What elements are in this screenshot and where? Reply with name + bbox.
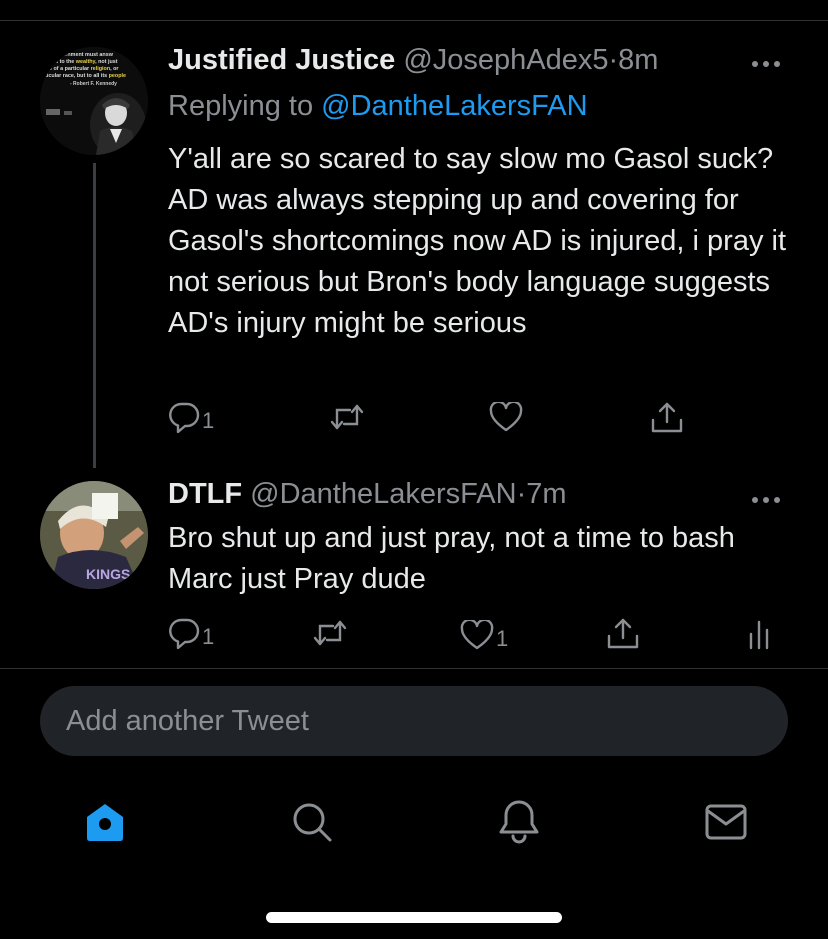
- avatar-quote-line-2: ust to the wealthy, not just: [50, 59, 118, 65]
- analytics-icon: [749, 620, 769, 650]
- tweet-1-reply-count: 1: [202, 408, 215, 433]
- heart-icon: [460, 620, 494, 650]
- bell-icon: [499, 800, 539, 844]
- tweet-2-author-handle[interactable]: @DantheLakersFAN: [250, 478, 516, 510]
- avatar-quote-line-3a: se of a particular: [46, 66, 91, 72]
- tweet-2-reply-button[interactable]: 1: [168, 616, 214, 650]
- retweet-icon: [330, 404, 364, 430]
- top-divider: [0, 20, 828, 21]
- svg-text:KINGS: KINGS: [86, 566, 130, 582]
- section-divider: [0, 668, 828, 669]
- tweet-1-author-name[interactable]: Justified Justice: [168, 44, 395, 76]
- nav-notifications-button[interactable]: [497, 798, 541, 849]
- tweet-1-timestamp[interactable]: 8m: [618, 44, 658, 76]
- ellipsis-icon: [752, 61, 780, 67]
- tweet-2-author-name[interactable]: DTLF: [168, 478, 242, 510]
- tweet-2-reply-count: 1: [202, 624, 215, 649]
- avatar-quote-line-3: se of a particular religion, or: [46, 66, 119, 72]
- tweet-2-header: DTLF @DantheLakersFAN·7m: [168, 477, 567, 511]
- tweet-1-replying-to: Replying to @DantheLakersFAN: [168, 88, 588, 124]
- home-icon: [87, 804, 123, 841]
- heart-icon: [489, 402, 523, 432]
- tweet-1-author-handle[interactable]: @JosephAdex5: [403, 44, 608, 76]
- avatar-justified-justice[interactable]: overnment must answ ust to the wealthy, …: [40, 47, 148, 155]
- avatar-quote-line-1: overnment must answ: [56, 52, 114, 58]
- nav-home-button[interactable]: [83, 800, 127, 849]
- tweet-2-actions: 1 1: [0, 616, 828, 656]
- tweet-1-separator: ·: [608, 44, 619, 76]
- add-tweet-input[interactable]: [40, 686, 788, 756]
- replying-to-mention[interactable]: @DantheLakersFAN: [321, 90, 587, 122]
- nav-messages-button[interactable]: [704, 802, 748, 847]
- tweet-2-share-button[interactable]: [606, 616, 640, 650]
- replying-to-label: Replying to: [168, 90, 322, 122]
- tweet-2-like-count: 1: [496, 626, 509, 651]
- tweet-1-share-button[interactable]: [650, 400, 684, 434]
- avatar-quote-line-2a: ust to the: [50, 59, 76, 65]
- tweet-2-separator: ·: [516, 478, 527, 510]
- home-indicator[interactable]: [266, 912, 562, 923]
- tweet-2-text: Bro shut up and just pray, not a time to…: [168, 522, 735, 595]
- share-icon: [607, 618, 639, 649]
- avatar-quote-line-2c: , not just: [95, 59, 118, 65]
- avatar-dtlf[interactable]: KINGS: [40, 481, 148, 589]
- avatar-quote-line-2b: wealthy: [75, 59, 96, 65]
- retweet-icon: [313, 620, 347, 646]
- avatar-quote-line-4a: rticular race, but to all its: [43, 73, 109, 79]
- tweet-1-retweet-button[interactable]: [330, 402, 366, 432]
- avatar-quote-line-3b: religion: [91, 66, 110, 72]
- tweet-1-reply-button[interactable]: 1: [168, 400, 214, 434]
- avatar-image: overnment must answ ust to the wealthy, …: [40, 47, 148, 155]
- reply-icon: [169, 402, 200, 433]
- reply-icon: [169, 618, 200, 649]
- mail-icon: [705, 804, 747, 840]
- tweet-1-header: Justified Justice @JosephAdex5·8m: [168, 43, 658, 77]
- avatar-quote-line-5: - Robert F. Kennedy: [70, 81, 117, 87]
- avatar-quote-line-3c: , or: [110, 66, 119, 72]
- tweet-2-analytics-button[interactable]: [748, 618, 770, 650]
- tweet-1-actions: 1: [0, 400, 828, 440]
- tweet-2-retweet-button[interactable]: [313, 618, 349, 648]
- search-icon: [293, 803, 332, 842]
- share-icon: [651, 402, 683, 433]
- tweet-2-more-button[interactable]: [750, 486, 782, 506]
- avatar-quote-line-4: rticular race, but to all its people: [43, 73, 126, 79]
- tweet-1-like-button[interactable]: [489, 402, 525, 432]
- ellipsis-icon: [752, 497, 780, 503]
- tweet-2-timestamp[interactable]: 7m: [526, 478, 566, 510]
- tweet-1-text: Y'all are so scared to say slow mo Gasol…: [168, 143, 787, 339]
- tweet-1-more-button[interactable]: [750, 50, 782, 70]
- avatar-image: KINGS: [40, 481, 148, 589]
- tweet-2-like-button[interactable]: 1: [460, 618, 508, 652]
- nav-search-button[interactable]: [290, 800, 334, 849]
- avatar-quote-line-4b: people: [109, 73, 126, 79]
